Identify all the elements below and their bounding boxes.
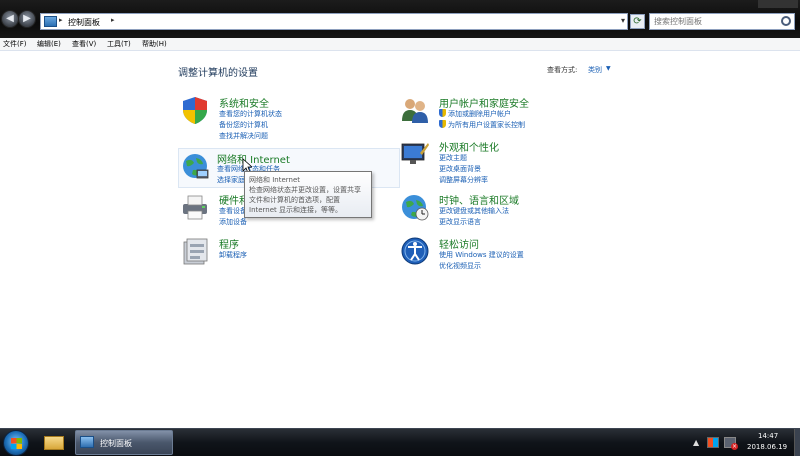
link-check-status[interactable]: 查看您的计算机状态 <box>219 109 282 119</box>
address-bar[interactable]: ▸ 控制面板 ▸ ▾ <box>40 13 628 30</box>
link-display-language[interactable]: 更改显示语言 <box>439 217 481 227</box>
control-panel-content: 调整计算机的设置 查看方式: 类别 ▼ 系统和安全 查看您的计算机状态 备份您的… <box>0 52 800 428</box>
refresh-button[interactable]: ⟳ <box>630 14 645 29</box>
title-bar: ◀ ▶ ▸ 控制面板 ▸ ▾ ⟳ <box>0 0 800 38</box>
disconnected-x-icon: × <box>731 443 738 450</box>
category-title[interactable]: 外观和个性化 <box>439 139 499 154</box>
link-keyboard-input[interactable]: 更改键盘或其他输入法 <box>439 206 509 216</box>
start-button[interactable] <box>3 430 29 456</box>
forward-button[interactable]: ▶ <box>18 10 36 28</box>
folder-icon <box>44 436 64 450</box>
globe-network-icon[interactable] <box>180 152 210 182</box>
uac-shield-icon <box>439 120 446 128</box>
link-backup[interactable]: 备份您的计算机 <box>219 120 268 130</box>
taskbar-explorer-button[interactable] <box>40 431 68 455</box>
breadcrumb-arrow-icon[interactable]: ▸ <box>59 16 63 24</box>
clock-date[interactable]: 2018.06.19 <box>747 443 787 451</box>
taskbar-control-panel-button[interactable]: 控制面板 <box>75 430 173 455</box>
category-title[interactable]: 时钟、语言和区域 <box>439 192 519 207</box>
address-dropdown-icon[interactable]: ▾ <box>621 16 625 25</box>
shield-icon[interactable] <box>180 95 210 125</box>
control-panel-icon <box>80 436 94 448</box>
link-uninstall[interactable]: 卸载程序 <box>219 250 247 260</box>
link-parental-controls[interactable]: 为所有用户设置家长控制 <box>439 120 525 130</box>
menu-bar: 文件(F) 编辑(E) 查看(V) 工具(T) 帮助(H) <box>0 38 800 51</box>
link-add-remove-users[interactable]: 添加或删除用户帐户 <box>439 109 511 119</box>
printer-icon[interactable] <box>180 192 210 222</box>
users-icon[interactable] <box>400 95 430 125</box>
category-clock-language: 时钟、语言和区域 更改键盘或其他输入法 更改显示语言 <box>400 192 622 238</box>
windows-logo-icon <box>11 438 22 449</box>
view-by-dropdown[interactable]: 类别 <box>588 65 602 75</box>
menu-file[interactable]: 文件(F) <box>3 39 27 49</box>
tooltip-title: 网络和 Internet <box>249 176 301 184</box>
tooltip: 网络和 Internet 检查网络状态并更改设置，设置共享文件和计算机的首选项，… <box>244 171 372 218</box>
search-box[interactable] <box>649 13 795 30</box>
view-by-label: 查看方式: <box>547 66 578 74</box>
search-icon[interactable] <box>781 16 791 26</box>
back-button[interactable]: ◀ <box>1 10 19 28</box>
category-programs: 程序 卸载程序 <box>180 236 402 282</box>
show-desktop-button[interactable] <box>794 429 800 456</box>
taskbar: 控制面板 ▲ × 14:47 2018.06.19 <box>0 428 800 456</box>
category-title[interactable]: 轻松访问 <box>439 236 479 251</box>
category-title[interactable]: 用户帐户和家庭安全 <box>439 95 529 110</box>
chevron-down-icon[interactable]: ▼ <box>606 65 611 72</box>
breadcrumb-control-panel[interactable]: 控制面板 <box>68 17 100 28</box>
programs-icon[interactable] <box>180 236 210 266</box>
control-panel-icon <box>44 16 57 27</box>
page-title: 调整计算机的设置 <box>178 68 258 79</box>
link-windows-recommended[interactable]: 使用 Windows 建议的设置 <box>439 250 524 260</box>
category-title[interactable]: 系统和安全 <box>219 95 269 110</box>
tray-expand-icon[interactable]: ▲ <box>693 438 699 447</box>
network-status-icon[interactable]: × <box>724 437 738 450</box>
menu-tools[interactable]: 工具(T) <box>107 39 131 49</box>
category-system-security: 系统和安全 查看您的计算机状态 备份您的计算机 查找并解决问题 <box>180 95 402 141</box>
link-screen-resolution[interactable]: 调整屏幕分辨率 <box>439 175 488 185</box>
uac-shield-icon <box>439 109 446 117</box>
menu-edit[interactable]: 编辑(E) <box>37 39 61 49</box>
taskbar-window-label: 控制面板 <box>100 439 132 448</box>
breadcrumb-arrow-icon[interactable]: ▸ <box>111 16 115 24</box>
accessibility-icon[interactable] <box>400 236 430 266</box>
menu-view[interactable]: 查看(V) <box>72 39 96 49</box>
category-title[interactable]: 程序 <box>219 236 239 251</box>
link-add-device[interactable]: 添加设备 <box>219 217 247 227</box>
display-personalize-icon[interactable] <box>400 139 430 169</box>
link-troubleshoot[interactable]: 查找并解决问题 <box>219 131 268 141</box>
category-appearance: 外观和个性化 更改主题 更改桌面背景 调整屏幕分辨率 <box>400 139 622 185</box>
category-ease-of-access: 轻松访问 使用 Windows 建议的设置 优化视频显示 <box>400 236 622 282</box>
clock-time[interactable]: 14:47 <box>758 432 778 440</box>
link-optimize-display[interactable]: 优化视频显示 <box>439 261 481 271</box>
menu-help[interactable]: 帮助(H) <box>142 39 167 49</box>
category-user-accounts: 用户帐户和家庭安全 添加或删除用户帐户 为所有用户设置家长控制 <box>400 95 622 141</box>
link-desktop-background[interactable]: 更改桌面背景 <box>439 164 481 174</box>
clock-globe-icon[interactable] <box>400 192 430 222</box>
search-input[interactable] <box>650 14 775 29</box>
tooltip-body: 检查网络状态并更改设置，设置共享文件和计算机的首选项，配置 Internet 显… <box>249 186 361 214</box>
action-center-flag-icon[interactable] <box>707 437 719 448</box>
link-change-theme[interactable]: 更改主题 <box>439 153 467 163</box>
window-controls[interactable] <box>758 0 798 8</box>
